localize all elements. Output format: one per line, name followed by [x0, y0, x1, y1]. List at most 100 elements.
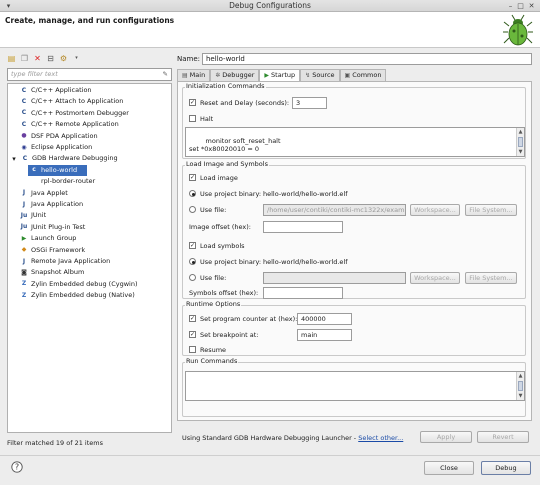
tree-item-label: C/C++ Application: [31, 86, 92, 94]
zylin-icon: Z: [21, 280, 27, 288]
debug-button[interactable]: Debug: [481, 461, 531, 475]
tree-item[interactable]: ◙ Snapshot Album: [20, 267, 84, 278]
image-filesystem-button[interactable]: File System...: [465, 204, 517, 216]
program-counter-checkbox[interactable]: ✓: [189, 315, 196, 322]
reset-delay-input[interactable]: 3: [292, 97, 327, 109]
tree-item[interactable]: J Java Applet: [20, 188, 68, 199]
symbols-workspace-button[interactable]: Workspace...: [410, 272, 460, 284]
scroll-up-icon[interactable]: ▲: [517, 128, 524, 136]
image-use-project-binary-radio[interactable]: [189, 190, 196, 197]
select-other-launcher-link[interactable]: Select other...: [358, 434, 403, 442]
tree-item[interactable]: ◆ OSGi Framework: [20, 245, 85, 256]
collapse-all-icon[interactable]: ⊟: [46, 54, 55, 63]
new-configuration-icon[interactable]: ▤: [7, 54, 16, 63]
symbols-use-project-binary-radio[interactable]: [189, 258, 196, 265]
filter-configurations-icon[interactable]: ⚙: [59, 54, 68, 63]
startup-tab-panel: Initialization Commands ✓ Reset and Dela…: [177, 81, 532, 421]
scroll-down-icon[interactable]: ▼: [517, 392, 524, 400]
load-image-checkbox[interactable]: ✓: [189, 174, 196, 181]
minimize-icon[interactable]: –: [506, 2, 515, 10]
tree-item-label: DSF PDA Application: [31, 131, 98, 140]
symbols-file-input[interactable]: [263, 272, 406, 284]
tree-item[interactable]: Ju JUnit Plug-in Test: [20, 222, 86, 233]
symbols-filesystem-button[interactable]: File System...: [465, 272, 517, 284]
scroll-down-icon[interactable]: ▼: [517, 148, 524, 156]
reset-delay-checkbox[interactable]: ✓: [189, 99, 196, 106]
filter-status: Filter matched 19 of 21 items: [7, 439, 103, 447]
tree-item-label: JUnit Plug-in Test: [31, 222, 86, 231]
halt-checkbox[interactable]: [189, 115, 196, 122]
image-use-file-radio[interactable]: [189, 206, 196, 213]
tree-item[interactable]: ▾ C GDB Hardware Debugging: [10, 153, 117, 164]
close-button[interactable]: Close: [424, 461, 474, 475]
load-symbols-checkbox[interactable]: ✓: [189, 242, 196, 249]
tree-item[interactable]: J Java Application: [20, 199, 83, 210]
filter-menu-chevron-icon[interactable]: ▾: [72, 54, 81, 63]
symbols-offset-label: Symbols offset (hex):: [189, 289, 259, 297]
program-counter-input[interactable]: 400000: [297, 313, 352, 325]
tree-item[interactable]: ◉ Eclipse Application: [20, 142, 92, 153]
tree-item[interactable]: C C/C++ Remote Application: [20, 119, 119, 130]
tab-source[interactable]: ↯ Source: [300, 69, 340, 81]
tab-main[interactable]: ▤ Main: [177, 69, 211, 81]
image-offset-input[interactable]: [263, 221, 343, 233]
tree-item[interactable]: c rpl-border-router: [30, 176, 95, 187]
tree-item[interactable]: ▶ Launch Group: [20, 233, 77, 244]
breakpoint-input[interactable]: main: [297, 329, 352, 341]
scroll-up-icon[interactable]: ▲: [517, 372, 524, 380]
gdb-icon: C: [22, 154, 28, 162]
run-commands-textarea[interactable]: ▲ ▼: [185, 371, 525, 401]
run-commands-scrollbar[interactable]: ▲ ▼: [516, 372, 524, 400]
tree-item-label: Java Applet: [31, 188, 68, 197]
init-commands-scrollbar[interactable]: ▲ ▼: [516, 128, 524, 156]
tree-item[interactable]: Z Zylin Embedded debug (Native): [20, 290, 135, 301]
load-symbols-label: Load symbols: [200, 242, 245, 250]
tree-toolbar: ▤ ❐ ✕ ⊟ ⚙ ▾: [7, 52, 81, 64]
breakpoint-checkbox[interactable]: ✓: [189, 331, 196, 338]
header-title: Create, manage, and run configurations: [5, 16, 175, 25]
close-window-icon[interactable]: ✕: [527, 2, 536, 10]
maximize-icon[interactable]: □: [516, 2, 525, 10]
tab-common[interactable]: ▣ Common: [339, 69, 387, 81]
tree-item[interactable]: C C/C++ Postmortem Debugger: [20, 108, 129, 119]
tree-item[interactable]: c hello-world: [28, 164, 88, 176]
tree-item[interactable]: C C/C++ Attach to Application: [20, 96, 124, 107]
resume-checkbox[interactable]: [189, 346, 196, 353]
tree-item-label: C/C++ Attach to Application: [31, 97, 124, 106]
configuration-editor: Name: hello-world ▤ Main ✲ Debugger ▶ Startup…: [175, 50, 536, 455]
expand-chevron-icon[interactable]: ▾: [10, 155, 18, 163]
runtime-options-title: Runtime Options: [185, 300, 242, 308]
tab-debugger[interactable]: ✲ Debugger: [210, 69, 260, 81]
image-workspace-button[interactable]: Workspace...: [410, 204, 460, 216]
runtime-options-group: Runtime Options ✓ Set program counter at…: [182, 300, 526, 356]
revert-button[interactable]: Revert: [477, 431, 529, 443]
help-icon[interactable]: ?: [11, 461, 23, 473]
tab-label: Main: [189, 71, 206, 79]
tree-item[interactable]: Ju JUnit: [20, 210, 46, 221]
window-titlebar: Debug Configurations ▾ – □ ✕: [0, 0, 540, 12]
clear-filter-icon[interactable]: ✎: [163, 69, 168, 80]
source-tab-icon: ↯: [305, 72, 311, 79]
init-commands-title: Initialization Commands: [185, 82, 266, 90]
window-menu-icon[interactable]: ▾: [4, 2, 13, 10]
tree-item[interactable]: ● DSF PDA Application: [20, 131, 98, 142]
name-field[interactable]: hello-world: [202, 53, 532, 65]
name-label: Name:: [177, 55, 201, 63]
halt-label: Halt: [200, 115, 214, 123]
image-file-input[interactable]: /home/user/contiki/contiki-mc1322x/exam: [263, 204, 406, 216]
tab-startup[interactable]: ▶ Startup: [259, 69, 301, 81]
tree-item[interactable]: Z Zylin Embedded debug (Cygwin): [20, 279, 138, 290]
tree-item[interactable]: C C/C++ Application: [20, 85, 92, 96]
c-file-icon: c: [32, 177, 36, 185]
configuration-tree[interactable]: C C/C++ Application C C/C++ Attach to Appli…: [7, 83, 172, 433]
launcher-status: Using Standard GDB Hardware Debugging La…: [182, 434, 403, 442]
init-commands-textarea[interactable]: monitor soft_reset_halt set *0x80020010 …: [185, 127, 525, 157]
delete-configuration-icon[interactable]: ✕: [33, 54, 42, 63]
duplicate-configuration-icon[interactable]: ❐: [20, 54, 29, 63]
filter-input[interactable]: type filter text ✎: [7, 68, 172, 81]
tree-item-label: JUnit: [31, 211, 47, 220]
apply-button[interactable]: Apply: [420, 431, 472, 443]
symbols-use-file-radio[interactable]: [189, 274, 196, 281]
tree-item[interactable]: J Remote Java Application: [20, 256, 110, 267]
symbols-offset-input[interactable]: [263, 287, 343, 299]
